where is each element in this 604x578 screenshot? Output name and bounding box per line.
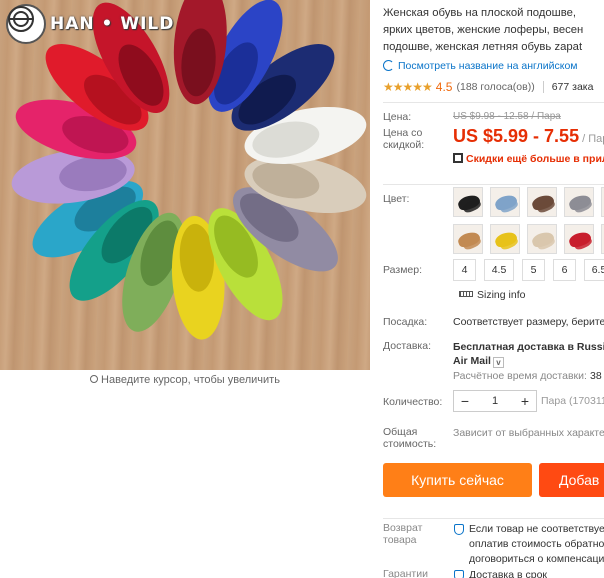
size-option[interactable]: 6 bbox=[553, 259, 576, 281]
size-option[interactable]: 5 bbox=[522, 259, 545, 281]
new-price: US $5.99 - 7.55 bbox=[453, 126, 580, 146]
total-value: Зависит от выбранных характер bbox=[453, 427, 604, 439]
app-promo[interactable]: Скидки ещё больше в прилож bbox=[453, 153, 604, 165]
zoom-hint: Наведите курсор, чтобы увеличить bbox=[0, 374, 370, 386]
delivery-estimate-label: Расчётное время доставки: bbox=[453, 370, 587, 382]
size-option[interactable]: 4.5 bbox=[484, 259, 514, 281]
guarantee-label: Гарантии bbox=[383, 568, 428, 578]
guarantee-value: Доставка в срок bbox=[469, 569, 548, 578]
delivery-estimate-value: 38 д bbox=[589, 370, 604, 382]
discount-price: US $5.99 - 7.55 / Пар bbox=[453, 126, 604, 147]
ruler-icon bbox=[459, 291, 473, 297]
color-swatch-grey[interactable] bbox=[564, 187, 594, 217]
delivery-estimate: Расчётное время доставки: 38 д bbox=[453, 370, 604, 382]
fit-label: Посадка: bbox=[383, 316, 428, 328]
divider bbox=[542, 81, 544, 93]
returns-line: договориться о компенсации bbox=[469, 553, 604, 565]
color-swatch-camel[interactable] bbox=[453, 224, 483, 254]
returns-line: Если товар не соответствует bbox=[469, 523, 604, 535]
magnifier-icon bbox=[90, 375, 99, 383]
zoom-hint-text: Наведите курсор, чтобы увеличить bbox=[101, 374, 280, 386]
size-options: 4 4.5 5 6 6.5 bbox=[453, 259, 604, 281]
brand-emblem-icon bbox=[6, 4, 46, 44]
shipping-method-line: Бесплатная доставка в Russian bbox=[453, 341, 604, 353]
color-label: Цвет: bbox=[383, 193, 410, 205]
returns-line: оплатив стоимость обратной bbox=[469, 538, 604, 550]
quantity-decrease-button[interactable]: − bbox=[454, 391, 476, 411]
shield-icon bbox=[454, 524, 464, 535]
app-promo-text: Скидки ещё больше в прилож bbox=[466, 153, 604, 165]
title-line: ярких цветов, женские лоферы, весен bbox=[383, 24, 584, 36]
divider bbox=[383, 518, 604, 519]
rating-row: ★★★★★ 4.5 (188 голоса(ов)) 677 зака bbox=[383, 80, 604, 94]
title-line: Женская обувь на плоской подошве, bbox=[383, 7, 576, 19]
color-swatch-red[interactable] bbox=[564, 224, 594, 254]
fit-value: Соответствует размеру, берите с bbox=[453, 316, 604, 328]
returns-label: Возврат товара bbox=[383, 522, 423, 546]
discount-price-label: Цена со скидкой: bbox=[383, 127, 425, 151]
divider bbox=[383, 184, 604, 185]
product-title: Женская обувь на плоской подошве, ярких … bbox=[383, 5, 604, 56]
color-swatches bbox=[453, 187, 604, 254]
translate-link[interactable]: Посмотреть название на английском bbox=[383, 60, 604, 72]
orders-count: 677 зака bbox=[551, 81, 594, 93]
size-label: Размер: bbox=[383, 264, 423, 276]
price-unit: / Пар bbox=[582, 133, 604, 145]
color-swatch-yellow[interactable] bbox=[490, 224, 520, 254]
quantity-increase-button[interactable]: + bbox=[514, 391, 536, 411]
product-info: Женская обувь на плоской подошве, ярких … bbox=[383, 0, 604, 578]
quantity-available: Пара (170311 bbox=[541, 395, 604, 407]
votes-link[interactable]: (188 голоса(ов)) bbox=[456, 81, 534, 93]
brand-logo: HAN • WILD bbox=[6, 4, 174, 44]
brand-name: HAN • WILD bbox=[50, 14, 175, 34]
color-swatch-beige[interactable] bbox=[527, 224, 557, 254]
shipping-method[interactable]: Бесплатная доставка в Russian Air Mail v bbox=[453, 340, 604, 368]
buy-now-button[interactable]: Купить сейчас bbox=[383, 463, 532, 497]
color-swatch-blue-grey[interactable] bbox=[490, 187, 520, 217]
title-line: подошве, женская летняя обувь zapat bbox=[383, 41, 583, 53]
quantity-label: Количество: bbox=[383, 396, 443, 408]
quantity-stepper: − 1 + bbox=[453, 390, 537, 412]
qr-code-icon bbox=[453, 153, 463, 163]
sizing-info-text: Sizing info bbox=[477, 289, 526, 301]
total-label: Общая стоимость: bbox=[383, 426, 437, 450]
divider bbox=[383, 102, 604, 103]
refresh-icon bbox=[383, 60, 394, 71]
color-swatch-brown[interactable] bbox=[527, 187, 557, 217]
shipping-method-line: Air Mail bbox=[453, 355, 491, 367]
shield-icon bbox=[454, 570, 464, 578]
old-price: US $9.98 - 12.58 / Пара bbox=[453, 111, 561, 122]
size-option[interactable]: 6.5 bbox=[584, 259, 604, 281]
chevron-down-icon[interactable]: v bbox=[492, 357, 504, 368]
sizing-info-link[interactable]: Sizing info bbox=[459, 289, 525, 301]
returns-text: Если товар не соответствует оплатив стои… bbox=[469, 522, 604, 567]
rating-value: 4.5 bbox=[435, 80, 453, 94]
product-image[interactable]: HAN • WILD bbox=[0, 0, 370, 370]
size-option[interactable]: 4 bbox=[453, 259, 476, 281]
add-to-cart-button[interactable]: Добав bbox=[539, 463, 604, 497]
quantity-input[interactable]: 1 bbox=[476, 391, 514, 411]
rating-stars-icon: ★★★★★ bbox=[383, 80, 433, 94]
shipping-label: Доставка: bbox=[383, 340, 432, 352]
translate-link-text: Посмотреть название на английском bbox=[398, 60, 578, 72]
color-swatch-black[interactable] bbox=[453, 187, 483, 217]
shoes-illustration bbox=[11, 0, 367, 340]
price-label: Цена: bbox=[383, 111, 412, 123]
product-gallery: HAN • WILD Наведите курсор, чтобы увелич… bbox=[0, 0, 370, 578]
